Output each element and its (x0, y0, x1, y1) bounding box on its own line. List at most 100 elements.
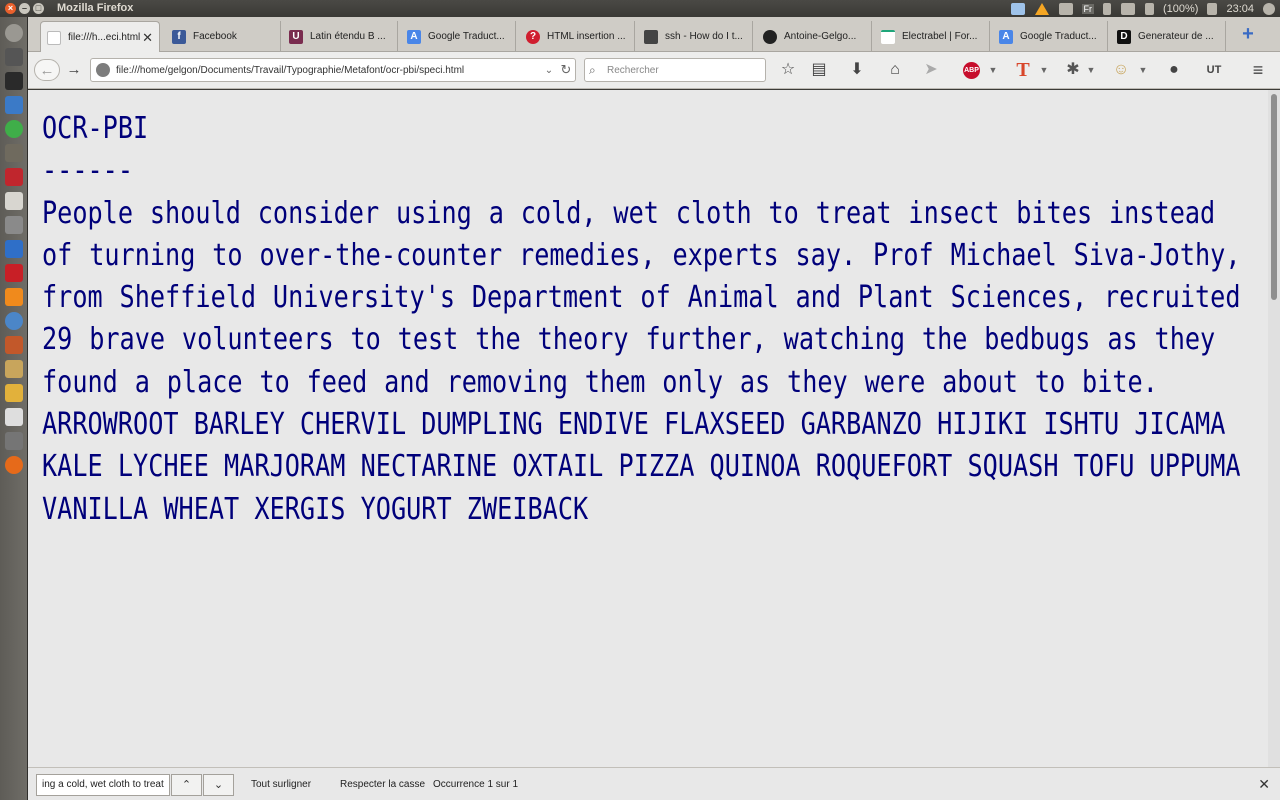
tab-generateur[interactable]: D Generateur de ... (1111, 21, 1226, 52)
tab-ssh[interactable]: ssh - How do I t... (638, 21, 753, 52)
forward-button[interactable]: → (64, 59, 84, 81)
tab-html-insertion[interactable]: ? HTML insertion ... (520, 21, 635, 52)
firefox-icon[interactable] (5, 456, 23, 474)
page-content: OCR-PBI ------ People should consider us… (28, 90, 1268, 767)
tab-label: Google Traduct... (1020, 31, 1097, 42)
files-icon[interactable] (5, 48, 23, 66)
tab-strip: file:///h...eci.html ✕ f Facebook U Lati… (28, 17, 1280, 53)
window-maximize-button[interactable]: □ (33, 3, 44, 14)
reading-list-icon[interactable]: ▤ (809, 60, 829, 80)
draw-icon[interactable] (5, 384, 23, 402)
github-icon (763, 29, 777, 44)
tab-github[interactable]: Antoine-Gelgo... (757, 21, 872, 52)
title-underline: ------ (42, 153, 134, 189)
url-text[interactable]: file:///home/gelgon/Documents/Travail/Ty… (116, 65, 541, 76)
tab-label: ssh - How do I t... (665, 31, 743, 42)
bookmark-star-icon[interactable]: ☆ (778, 60, 798, 80)
tab-close-icon[interactable]: ✕ (142, 30, 153, 46)
smiley-menu-chevron-icon[interactable]: ▼ (1138, 60, 1148, 80)
match-case-option[interactable]: Respecter la casse (340, 779, 425, 790)
adblock-menu-chevron-icon[interactable]: ▼ (988, 60, 998, 80)
tab-label: Google Traduct... (428, 31, 505, 42)
search-box[interactable]: ⌕ Rechercher (584, 58, 766, 82)
vlc-icon[interactable] (5, 288, 23, 306)
tab-facebook[interactable]: f Facebook (166, 21, 281, 52)
quora-icon: ? (526, 29, 540, 44)
window-minimize-button[interactable]: – (19, 3, 30, 14)
adblock-plus-icon[interactable]: ABP (963, 62, 980, 79)
settings-icon[interactable] (5, 216, 23, 234)
gimp-icon[interactable] (5, 144, 23, 162)
tab-google-traduction-2[interactable]: A Google Traduct... (993, 21, 1108, 52)
search-icon: ⌕ (589, 62, 596, 77)
find-previous-button[interactable]: ⌃ (171, 774, 202, 796)
url-history-chevron-icon[interactable]: ⌄ (541, 65, 557, 76)
chat-bubble-icon[interactable]: ● (1164, 60, 1184, 80)
app-launcher (0, 17, 28, 800)
software-center-icon[interactable] (5, 360, 23, 378)
send-icon[interactable]: ➤ (921, 60, 941, 80)
clock[interactable]: 23:04 (1226, 3, 1254, 15)
power-gear-icon[interactable] (1263, 2, 1275, 15)
bug-extension-icon[interactable]: ✱ (1063, 60, 1083, 80)
battery-percentage: (100%) (1163, 2, 1199, 15)
bluetooth-icon[interactable] (1103, 2, 1111, 15)
url-bar[interactable]: file:///home/gelgon/Documents/Travail/Ty… (90, 58, 576, 82)
tab-speci[interactable]: file:///h...eci.html ✕ (40, 21, 160, 53)
fontforge-icon[interactable] (5, 168, 23, 186)
system-tray: Fr (100%) 23:04 (1006, 0, 1280, 17)
downloads-icon[interactable]: ⬇ (847, 60, 867, 80)
filezilla-icon[interactable] (5, 264, 23, 282)
dash-home-icon[interactable] (5, 24, 23, 42)
tab-label: file:///h...eci.html (68, 32, 141, 43)
tab-label: HTML insertion ... (547, 31, 626, 42)
tab-electrabel[interactable]: Electrabel | For... (875, 21, 990, 52)
warning-icon[interactable] (1034, 2, 1049, 15)
stackexchange-icon (644, 29, 658, 44)
dropbox-icon[interactable] (1010, 2, 1025, 15)
impress-icon[interactable] (5, 336, 23, 354)
webcam-icon[interactable] (5, 408, 23, 426)
keyboard-layout-indicator[interactable]: Fr (1081, 3, 1094, 14)
electrabel-icon (881, 29, 895, 44)
find-input[interactable]: ing a cold, wet cloth to treat (36, 774, 170, 796)
tab-label: Facebook (193, 31, 237, 42)
network-icon[interactable] (5, 312, 23, 330)
desktop-screen: × – □ Mozilla Firefox Fr (100%) 23:04 fi… (0, 0, 1280, 800)
mail-icon[interactable] (1121, 2, 1135, 15)
scrollbar-thumb[interactable] (1271, 94, 1277, 300)
find-next-button[interactable]: ⌄ (203, 774, 234, 796)
scanner-icon[interactable] (5, 432, 23, 450)
smiley-extension-icon[interactable]: ☺ (1111, 60, 1131, 80)
back-button[interactable]: ← (34, 59, 60, 81)
bug-menu-chevron-icon[interactable]: ▼ (1086, 60, 1096, 80)
find-bar-close-icon[interactable]: ✕ (1258, 776, 1270, 793)
t-tool-menu-chevron-icon[interactable]: ▼ (1039, 60, 1049, 80)
tab-label: Generateur de ... (1138, 31, 1214, 42)
tab-latin-etendu[interactable]: U Latin étendu B ... (283, 21, 398, 52)
writer-icon[interactable] (5, 240, 23, 258)
home-icon[interactable]: ⌂ (885, 60, 905, 80)
google-translate-icon: A (407, 29, 421, 44)
window-close-button[interactable]: × (5, 3, 16, 14)
tab-label: Electrabel | For... (902, 31, 978, 42)
volume-icon[interactable] (1207, 2, 1218, 15)
tab-google-traduction[interactable]: A Google Traduct... (401, 21, 516, 52)
t-tool-icon[interactable]: T (1013, 60, 1033, 80)
chat-icon[interactable] (5, 120, 23, 138)
page-icon (47, 30, 61, 45)
alphabet-words-line-1: ARROWROOT BARLEY CHERVIL DUMPLING ENDIVE… (42, 407, 1226, 443)
vertical-scrollbar[interactable] (1268, 90, 1280, 767)
text-editor-icon[interactable] (5, 192, 23, 210)
hamburger-menu-icon[interactable]: ≡ (1248, 60, 1268, 80)
reload-icon[interactable]: ↻ (557, 62, 575, 78)
terminal-icon[interactable] (5, 72, 23, 90)
facebook-icon: f (172, 29, 186, 44)
highlight-all-option[interactable]: Tout surligner (251, 779, 311, 790)
new-tab-plus-icon[interactable]: + (1238, 24, 1258, 45)
site-identity-icon[interactable] (96, 63, 110, 77)
ut-extension-icon[interactable]: UT (1204, 60, 1224, 80)
battery-icon[interactable] (1145, 2, 1154, 15)
thunderbird-icon[interactable] (5, 96, 23, 114)
network-signal-icon[interactable] (1058, 2, 1073, 15)
